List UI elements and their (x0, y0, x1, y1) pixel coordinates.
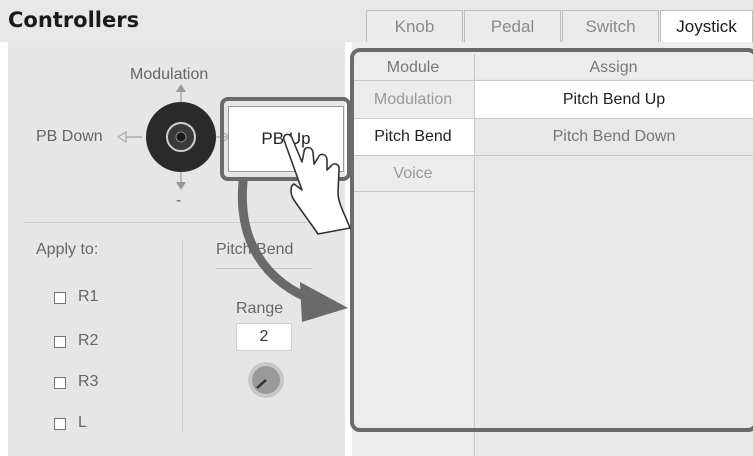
hand-pointer-icon (282, 133, 351, 235)
instruction-overlay (237, 133, 351, 322)
arrow-head-icon (300, 282, 348, 322)
